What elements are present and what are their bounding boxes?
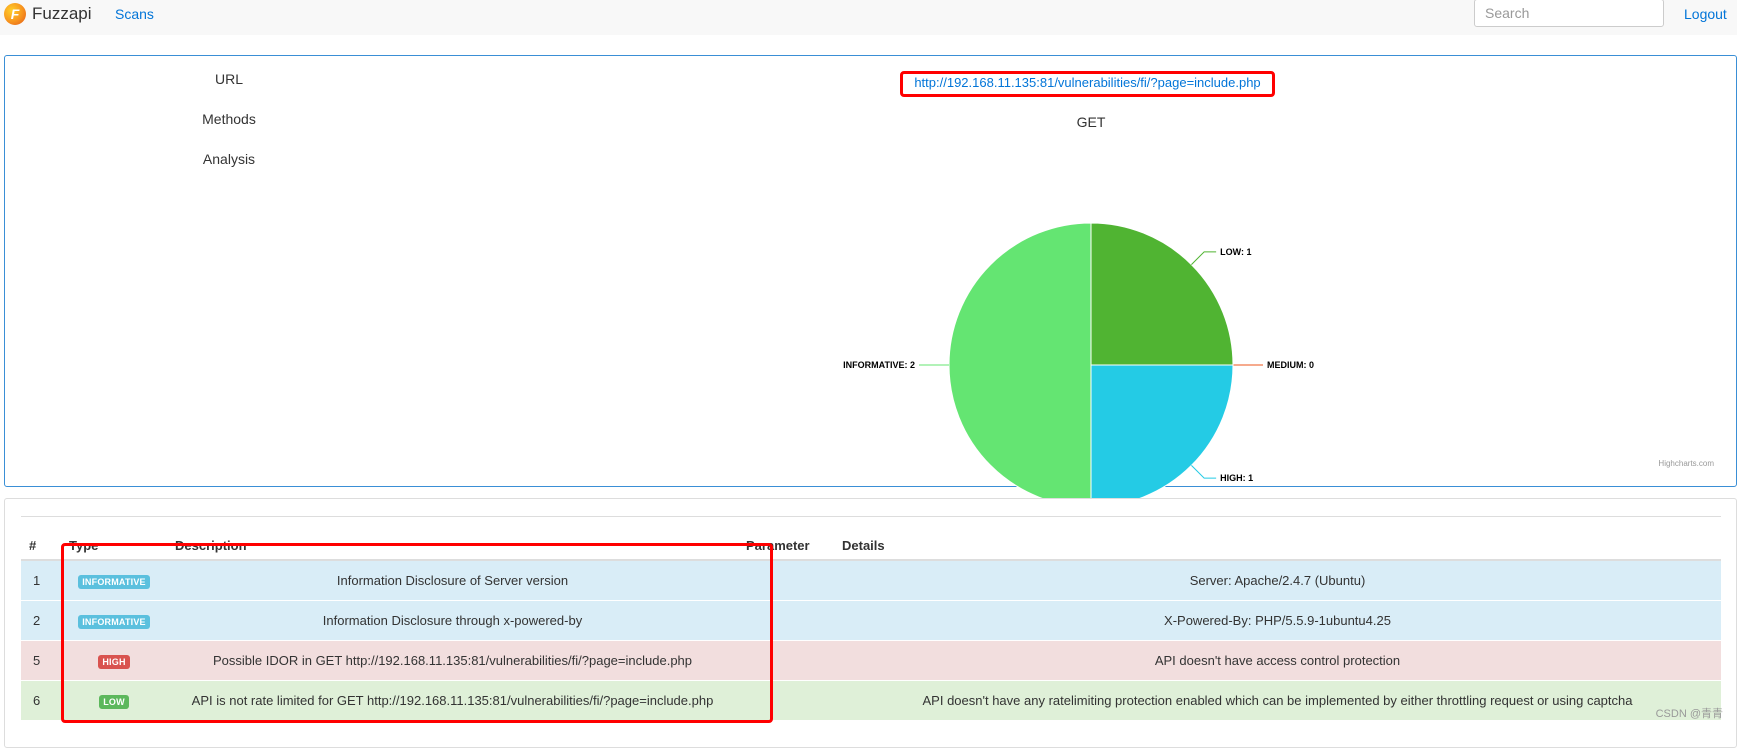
- col-details-header: Details: [834, 516, 1721, 561]
- col-num-header: #: [21, 516, 61, 561]
- brand-name: Fuzzapi: [32, 4, 92, 23]
- row-details: API doesn't have access control protecti…: [834, 640, 1721, 681]
- scan-info-panel: URL Methods Analysis http://192.168.11.1…: [4, 55, 1737, 508]
- methods-label: Methods: [202, 111, 256, 127]
- pie-label-high: HIGH: 1: [1220, 473, 1253, 483]
- pie-label-informative: INFORMATIVE: 2: [843, 360, 915, 370]
- brand-link[interactable]: F Fuzzapi: [4, 2, 92, 26]
- pie-slice-informative[interactable]: [948, 222, 1092, 508]
- fuzzapi-logo-icon: F: [4, 3, 26, 25]
- row-details: X-Powered-By: PHP/5.5.9-1ubuntu4.25: [834, 600, 1721, 641]
- row-details: Server: Apache/2.4.7 (Ubuntu): [834, 559, 1721, 601]
- analysis-label: Analysis: [202, 151, 256, 167]
- analysis-pie-chart: LOW: 1 MEDIUM: 0 HIGH: 1 INFORMATIVE: 2: [843, 222, 1314, 508]
- highcharts-credits[interactable]: Highcharts.com: [1658, 459, 1714, 468]
- row-num: 1: [21, 559, 61, 601]
- rows-highlight-box: [61, 543, 773, 723]
- search-input[interactable]: [1474, 0, 1664, 27]
- pie-connector-low: [1191, 251, 1217, 265]
- url-label: URL: [214, 71, 243, 87]
- row-num: 2: [21, 600, 61, 641]
- pie-label-medium: MEDIUM: 0: [1267, 360, 1314, 370]
- url-highlight: http://192.168.11.135:81/vulnerabilities…: [900, 71, 1275, 97]
- logout-link[interactable]: Logout: [1684, 6, 1727, 22]
- pie-connector-high: [1191, 465, 1217, 479]
- pie-label-low: LOW: 1: [1220, 247, 1251, 257]
- pie-slice-high[interactable]: [1090, 364, 1234, 508]
- nav-scans-link[interactable]: Scans: [115, 6, 154, 22]
- row-num: 5: [21, 640, 61, 681]
- row-details: API doesn't have any ratelimiting protec…: [834, 680, 1721, 720]
- watermark: CSDN @青青: [1655, 708, 1723, 720]
- method-value: GET: [1076, 114, 1106, 130]
- row-num: 6: [21, 680, 61, 720]
- results-panel: # Type Description Parameter Details 1 I…: [4, 498, 1737, 748]
- navbar: F Fuzzapi Scans Logout: [0, 0, 1737, 35]
- pie-slice-low[interactable]: [1090, 222, 1234, 366]
- scan-url-link[interactable]: http://192.168.11.135:81/vulnerabilities…: [900, 75, 1275, 90]
